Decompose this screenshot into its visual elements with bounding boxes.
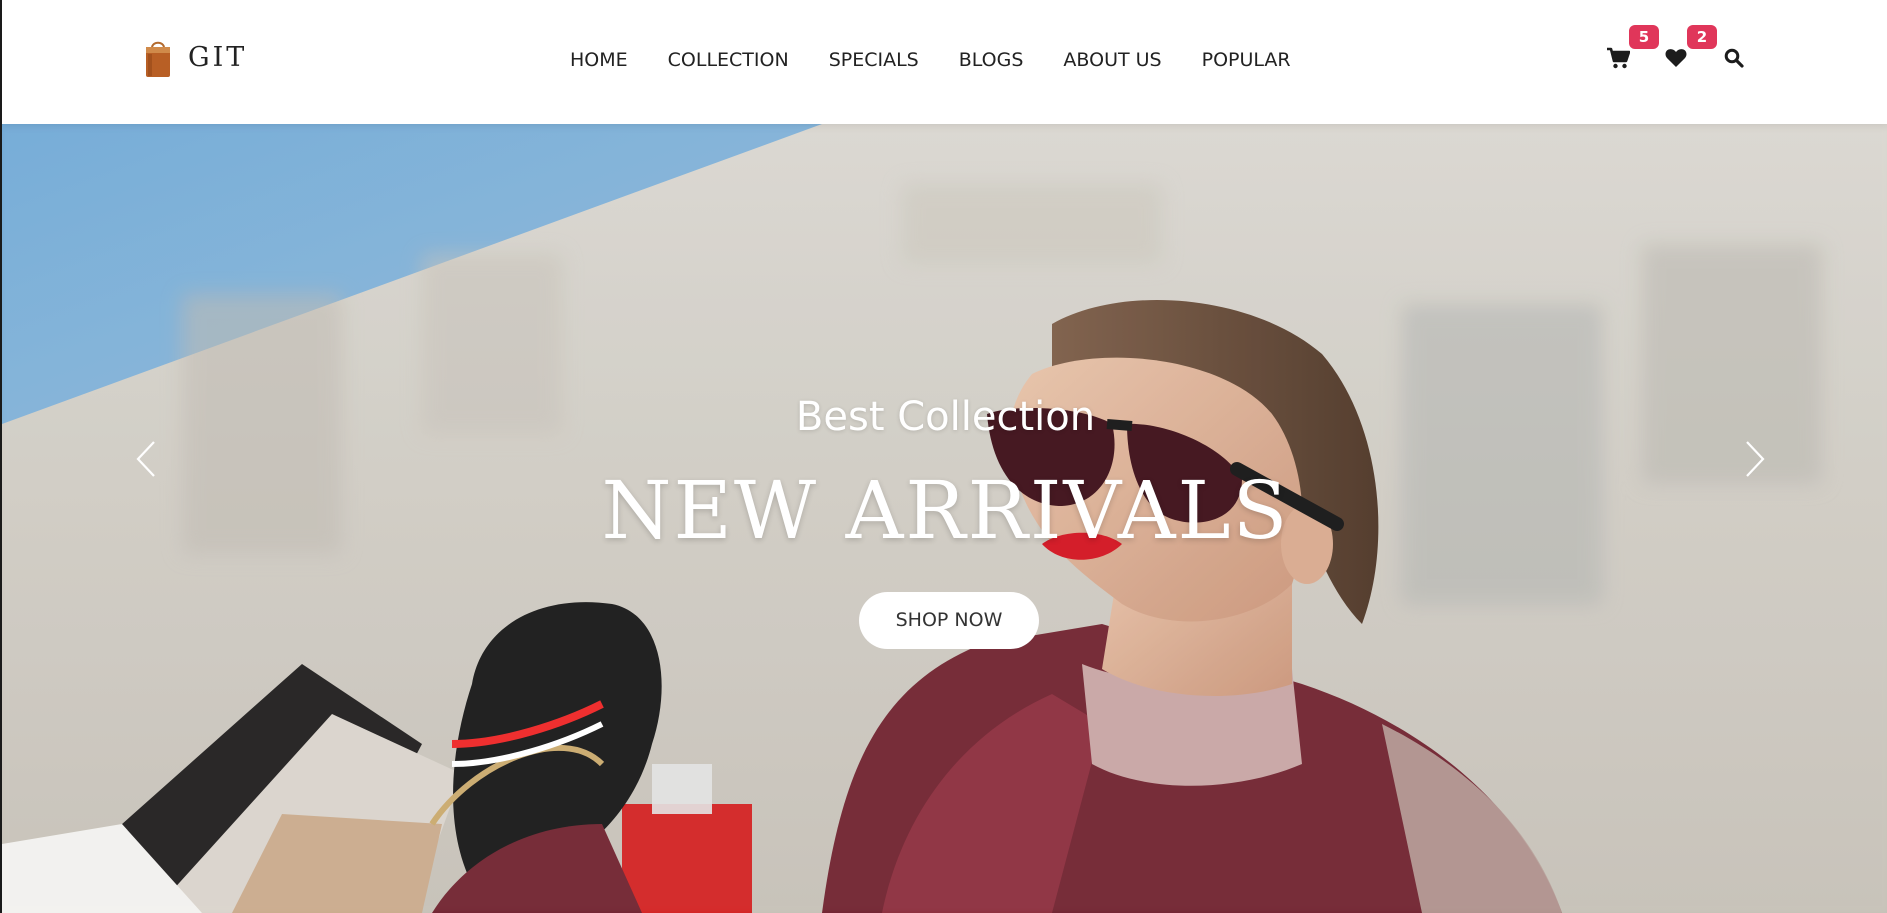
main-nav: HOME COLLECTION SPECIALS BLOGS ABOUT US …	[570, 48, 1291, 72]
search-icon	[1724, 48, 1744, 68]
hero-subtitle: Best Collection	[795, 394, 1096, 440]
carousel-prev-button[interactable]	[132, 434, 162, 484]
wishlist-count-badge: 2	[1687, 25, 1717, 49]
cart-button[interactable]	[1604, 44, 1632, 72]
heart-icon	[1665, 49, 1687, 67]
cart-icon	[1607, 47, 1630, 69]
shopping-bag-icon	[146, 41, 170, 77]
hero-banner: Best Collection NEW ARRIVALS SHOP NOW	[2, 124, 1887, 913]
site-header: GIT HOME COLLECTION SPECIALS BLOGS ABOUT…	[2, 0, 1887, 124]
brand-name: GIT	[188, 42, 248, 73]
hero-title: NEW ARRIVALS	[601, 464, 1290, 557]
nav-specials[interactable]: SPECIALS	[829, 48, 919, 72]
nav-blogs[interactable]: BLOGS	[959, 48, 1024, 72]
chevron-left-icon	[136, 441, 155, 477]
nav-about-us[interactable]: ABOUT US	[1063, 48, 1161, 72]
chevron-right-icon	[1746, 441, 1765, 477]
page: GIT HOME COLLECTION SPECIALS BLOGS ABOUT…	[0, 0, 1887, 913]
nav-home[interactable]: HOME	[570, 48, 628, 72]
cart-count-badge: 5	[1629, 25, 1659, 49]
carousel-next-button[interactable]	[1739, 434, 1769, 484]
nav-collection[interactable]: COLLECTION	[668, 48, 789, 72]
brand-logo-link[interactable]: GIT	[145, 38, 247, 78]
search-button[interactable]	[1720, 44, 1748, 72]
nav-popular[interactable]: POPULAR	[1202, 48, 1291, 72]
shop-now-button[interactable]: SHOP NOW	[859, 592, 1039, 649]
wishlist-button[interactable]	[1662, 44, 1690, 72]
